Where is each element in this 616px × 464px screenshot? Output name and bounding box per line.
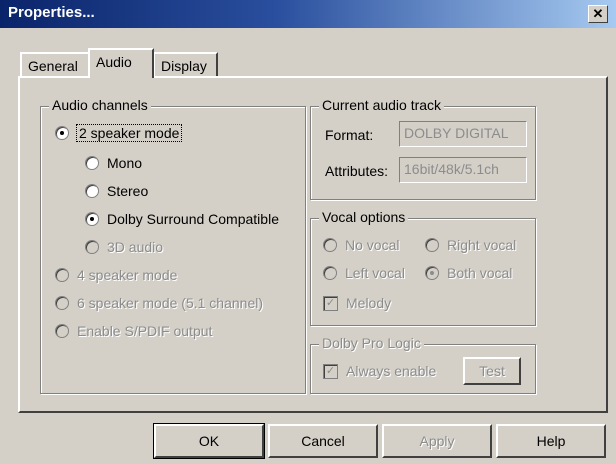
four-speaker-radio: 4 speaker mode xyxy=(55,267,177,283)
always-enable-checkbox: ✓ Always enable xyxy=(323,363,436,379)
no-vocal-label: No vocal xyxy=(345,237,400,253)
format-label: Format: xyxy=(325,127,374,143)
radio-checked-icon xyxy=(55,126,69,140)
spdif-label: Enable S/PDIF output xyxy=(77,323,213,339)
audio-3d-radio: 3D audio xyxy=(85,239,163,255)
radio-disabled-icon xyxy=(85,240,99,254)
audio-channels-legend: Audio channels xyxy=(49,97,151,113)
melody-checkbox: ✓ Melody xyxy=(323,295,391,311)
apply-button-label: Apply xyxy=(419,433,455,449)
close-icon: ✕ xyxy=(592,6,604,21)
attributes-field: 16bit/48k/5.1ch xyxy=(399,157,527,183)
help-button[interactable]: Help xyxy=(496,424,606,458)
title-bar: Properties... ✕ xyxy=(0,0,616,28)
six-speaker-radio: 6 speaker mode (5.1 channel) xyxy=(55,295,263,311)
stereo-label: Stereo xyxy=(107,183,149,199)
current-audio-track-group: Current audio track Format: DOLBY DIGITA… xyxy=(310,97,536,200)
tab-general-label: General xyxy=(28,58,78,74)
checkmark-icon: ✓ xyxy=(323,363,338,379)
radio-disabled-icon xyxy=(55,268,69,282)
cancel-button[interactable]: Cancel xyxy=(268,424,378,458)
mono-label: Mono xyxy=(107,155,143,171)
left-vocal-label: Left vocal xyxy=(345,265,405,281)
left-vocal-radio: Left vocal xyxy=(323,265,405,281)
audio-3d-label: 3D audio xyxy=(107,239,164,255)
radio-disabled-icon xyxy=(55,296,69,310)
test-button: Test xyxy=(463,357,521,385)
six-speaker-label: 6 speaker mode (5.1 channel) xyxy=(77,295,263,311)
vocal-options-legend: Vocal options xyxy=(319,209,409,225)
ok-button-label: OK xyxy=(198,433,220,449)
vocal-options-group: Vocal options No vocal Right vocal Left … xyxy=(310,209,536,326)
tab-display[interactable]: Display xyxy=(153,52,218,78)
format-field: DOLBY DIGITAL xyxy=(399,121,527,147)
radio-disabled-icon xyxy=(323,266,337,280)
window-title: Properties... xyxy=(8,4,95,21)
dolby-pro-logic-legend: Dolby Pro Logic xyxy=(319,335,424,351)
current-audio-track-legend: Current audio track xyxy=(319,97,445,113)
radio-checked-icon xyxy=(85,212,99,226)
radio-disabled-checked-icon xyxy=(425,266,439,280)
both-vocal-label: Both vocal xyxy=(447,265,513,281)
audio-channels-group: Audio channels 2 speaker mode Mono Stere… xyxy=(40,97,306,394)
tab-audio-label: Audio xyxy=(96,54,132,70)
dolby-pro-logic-group: Dolby Pro Logic ✓ Always enable Test xyxy=(310,335,536,394)
radio-disabled-icon xyxy=(425,238,439,252)
tab-audio[interactable]: Audio xyxy=(88,48,154,78)
radio-unchecked-icon xyxy=(85,184,99,198)
radio-unchecked-icon xyxy=(85,156,99,170)
help-button-label: Help xyxy=(536,433,566,449)
spdif-radio: Enable S/PDIF output xyxy=(55,323,212,339)
apply-button: Apply xyxy=(382,424,492,458)
mono-radio[interactable]: Mono xyxy=(85,155,142,171)
both-vocal-radio: Both vocal xyxy=(425,265,512,281)
no-vocal-radio: No vocal xyxy=(323,237,399,253)
tab-general[interactable]: General xyxy=(20,52,90,78)
two-speaker-label: 2 speaker mode xyxy=(75,124,183,142)
stereo-radio[interactable]: Stereo xyxy=(85,183,148,199)
cancel-button-label: Cancel xyxy=(301,433,345,449)
always-enable-label: Always enable xyxy=(346,363,437,379)
radio-disabled-icon xyxy=(55,324,69,338)
radio-disabled-icon xyxy=(323,238,337,252)
right-vocal-label: Right vocal xyxy=(447,237,517,253)
close-button[interactable]: ✕ xyxy=(588,5,608,23)
ok-button[interactable]: OK xyxy=(153,423,265,459)
checkmark-icon: ✓ xyxy=(323,295,338,311)
tab-display-label: Display xyxy=(161,58,207,74)
attributes-label: Attributes: xyxy=(325,163,389,179)
dolby-surround-label: Dolby Surround Compatible xyxy=(107,211,279,227)
four-speaker-label: 4 speaker mode xyxy=(77,267,178,283)
two-speaker-radio[interactable]: 2 speaker mode xyxy=(55,124,183,142)
dolby-surround-radio[interactable]: Dolby Surround Compatible xyxy=(85,211,279,227)
test-button-label: Test xyxy=(479,363,505,379)
melody-label: Melody xyxy=(346,295,392,311)
tab-panel-audio: Audio channels 2 speaker mode Mono Stere… xyxy=(18,76,608,413)
right-vocal-radio: Right vocal xyxy=(425,237,516,253)
